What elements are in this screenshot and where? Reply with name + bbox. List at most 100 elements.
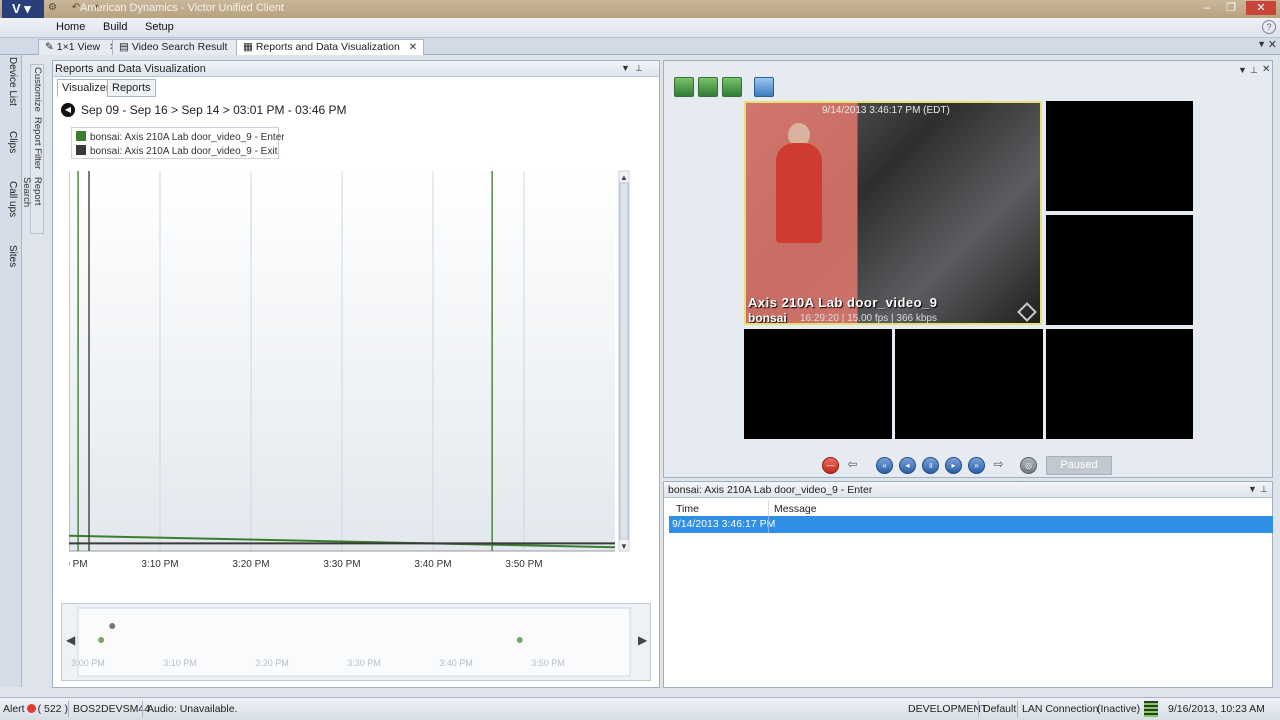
rewind-icon[interactable]: « <box>876 457 893 474</box>
subtab-reports[interactable]: Reports <box>107 79 156 97</box>
video-tile-main[interactable]: 9/14/2013 3:46:17 PM (EDT) Axis 210A Lab… <box>744 101 1042 325</box>
pin-icon[interactable]: ⊥ <box>635 63 643 74</box>
dock-tab-clips[interactable]: Clips <box>2 131 18 161</box>
chevron-down-icon[interactable]: ▼ <box>621 63 630 73</box>
legend-entry-exit[interactable]: bonsai: Axis 210A Lab door_video_9 - Exi… <box>76 145 277 157</box>
reverse-play-icon[interactable]: ◂ <box>899 457 916 474</box>
events-panel-title: bonsai: Axis 210A Lab door_video_9 - Ent… <box>668 484 873 496</box>
dock-tab-report-filter[interactable]: Report Filter <box>31 117 43 175</box>
fast-forward-icon[interactable]: » <box>968 457 985 474</box>
events-panel-header: bonsai: Axis 210A Lab door_video_9 - Ent… <box>664 482 1272 498</box>
layout-add-icon[interactable] <box>698 77 718 97</box>
video-tile-empty[interactable] <box>1046 215 1193 325</box>
pause-icon[interactable]: ॥ <box>922 457 939 474</box>
alert-dot-icon <box>26 704 36 713</box>
legend-label: bonsai: Axis 210A Lab door_video_9 - Ent… <box>90 132 285 143</box>
overview-tick-label: 3:10 PM <box>163 658 197 668</box>
status-bar: Alert ( 522 ) BOS2DEVSM44 Audio: Unavaila… <box>0 697 1280 720</box>
video-tile-empty[interactable] <box>1046 329 1193 439</box>
report-panel-title: Reports and Data Visualization <box>55 63 206 75</box>
subtab-visualizer[interactable]: Visualizer <box>57 79 115 97</box>
tab-label: 1×1 View <box>56 41 101 53</box>
column-header-message[interactable]: Message <box>774 503 817 515</box>
pencil-icon: ✎ <box>45 41 54 53</box>
column-header-time[interactable]: Time <box>676 503 699 515</box>
scrollbar-thumb <box>619 182 629 540</box>
report-panel-header: Reports and Data Visualization ▼ ⊥ <box>53 61 659 77</box>
layout-save-icon[interactable] <box>722 77 742 97</box>
legend-entry-enter[interactable]: bonsai: Axis 210A Lab door_video_9 - Ent… <box>76 131 285 143</box>
back-arrow-icon[interactable]: ◀ <box>61 103 75 117</box>
report-icon: ▦ <box>243 41 253 53</box>
x-tick-label: 3:20 PM <box>232 559 269 570</box>
playback-status: Paused <box>1046 456 1112 475</box>
status-separator <box>978 701 979 717</box>
machine-name: BOS2DEVSM44 <box>73 703 151 715</box>
tab-reports-data-visualization[interactable]: ▦ Reports and Data Visualization ✕ <box>236 39 425 55</box>
close-icon[interactable]: ✕ <box>1268 38 1277 51</box>
dock-tab-sites[interactable]: Sites <box>2 245 18 275</box>
x-tick-label: 3:30 PM <box>323 559 360 570</box>
chevron-down-icon[interactable]: ▼ <box>1248 484 1257 494</box>
pin-icon[interactable]: ⊥ <box>1250 65 1258 76</box>
network-icon[interactable] <box>1144 701 1158 717</box>
close-window-button[interactable]: ✕ <box>1246 1 1276 15</box>
step-back-icon[interactable]: ⇦ <box>844 457 861 474</box>
overview-event-dot <box>516 637 523 643</box>
event-chart[interactable]: 3:00 PM 3:10 PM 3:20 PM 3:30 PM 3:40 PM 3:50 … <box>69 169 649 589</box>
alert-indicator[interactable]: Alert ( 522 ) <box>3 703 68 715</box>
window-title: American Dynamics - Victor Unified Clien… <box>80 2 284 14</box>
menu-setup[interactable]: Setup <box>145 21 174 33</box>
status-datetime: 9/16/2013, 10:23 AM <box>1168 703 1265 715</box>
stop-icon[interactable]: — <box>822 457 839 474</box>
dock-tab-customize[interactable]: Customize <box>31 67 43 115</box>
legend-swatch <box>76 131 86 141</box>
x-tick-label: 3:50 PM <box>505 559 542 570</box>
help-icon[interactable]: ? <box>1262 20 1276 34</box>
dock-tab-device-list[interactable]: Device List <box>2 57 18 117</box>
chevron-down-icon[interactable]: ▼ <box>1238 65 1247 75</box>
alert-label: Alert <box>3 703 25 715</box>
menu-build[interactable]: Build <box>103 21 127 33</box>
tab-video-search-result[interactable]: ▤ Video Search Result ✕ <box>112 39 252 55</box>
profile-status: Default <box>983 703 1017 715</box>
document-tab-strip: ✎ 1×1 View ✕ ▤ Video Search Result ✕ ▦ R… <box>0 38 1280 55</box>
column-divider <box>768 516 769 533</box>
chevron-down-icon[interactable]: ▼ <box>1257 39 1266 49</box>
tab-label: Reports and Data Visualization <box>255 41 400 53</box>
video-subject <box>776 143 822 243</box>
monitor-icon[interactable] <box>754 77 774 97</box>
breadcrumb[interactable]: Sep 09 - Sep 16 > Sep 14 > 03:01 PM - 03… <box>81 103 347 117</box>
video-tile-empty[interactable] <box>895 329 1043 439</box>
x-tick-label: 3:10 PM <box>141 559 178 570</box>
video-grid: 9/14/2013 3:46:17 PM (EDT) Axis 210A Lab… <box>744 101 1194 439</box>
close-icon[interactable]: ✕ <box>1262 64 1270 75</box>
minimize-button[interactable]: – <box>1196 1 1218 15</box>
step-forward-icon[interactable]: ⇨ <box>990 457 1007 474</box>
tab-label: Video Search Result <box>131 41 228 53</box>
status-separator <box>142 701 143 717</box>
layout-icon[interactable] <box>674 77 694 97</box>
connection-state: (Inactive) <box>1097 703 1141 715</box>
dock-tab-call-ups[interactable]: Call ups <box>2 181 18 227</box>
audio-status: Audio: Unavailable. <box>147 703 238 715</box>
app-logo[interactable]: V ▾ <box>2 0 44 18</box>
scroll-down-icon: ▼ <box>620 542 628 551</box>
status-separator <box>1017 701 1018 717</box>
event-time: 9/14/2013 3:46:17 PM <box>672 518 776 530</box>
video-tile-empty[interactable] <box>1046 101 1193 211</box>
play-icon[interactable]: ▸ <box>945 457 962 474</box>
timeline-overview[interactable]: 3:00 PM 3:10 PM 3:20 PM 3:30 PM 3:40 PM 3:50 … <box>61 603 651 681</box>
menu-home[interactable]: Home <box>56 21 85 33</box>
close-tab-icon[interactable]: ✕ <box>409 42 417 53</box>
pin-icon[interactable]: ⊥ <box>1260 484 1268 495</box>
restore-button[interactable]: ❐ <box>1220 1 1242 15</box>
connection-status: LAN Connection <box>1022 703 1099 715</box>
secondary-dock: Customize Report Filter Report Search <box>21 64 44 235</box>
video-tile-empty[interactable] <box>744 329 892 439</box>
overview-tick-label: 3:00 PM <box>71 658 105 668</box>
overview-tick-label: 3:50 PM <box>531 658 565 668</box>
table-row[interactable]: 9/14/2013 3:46:17 PM <box>669 516 1273 533</box>
dock-tab-report-search[interactable]: Report Search <box>21 177 43 235</box>
speed-icon[interactable]: ◎ <box>1020 457 1037 474</box>
